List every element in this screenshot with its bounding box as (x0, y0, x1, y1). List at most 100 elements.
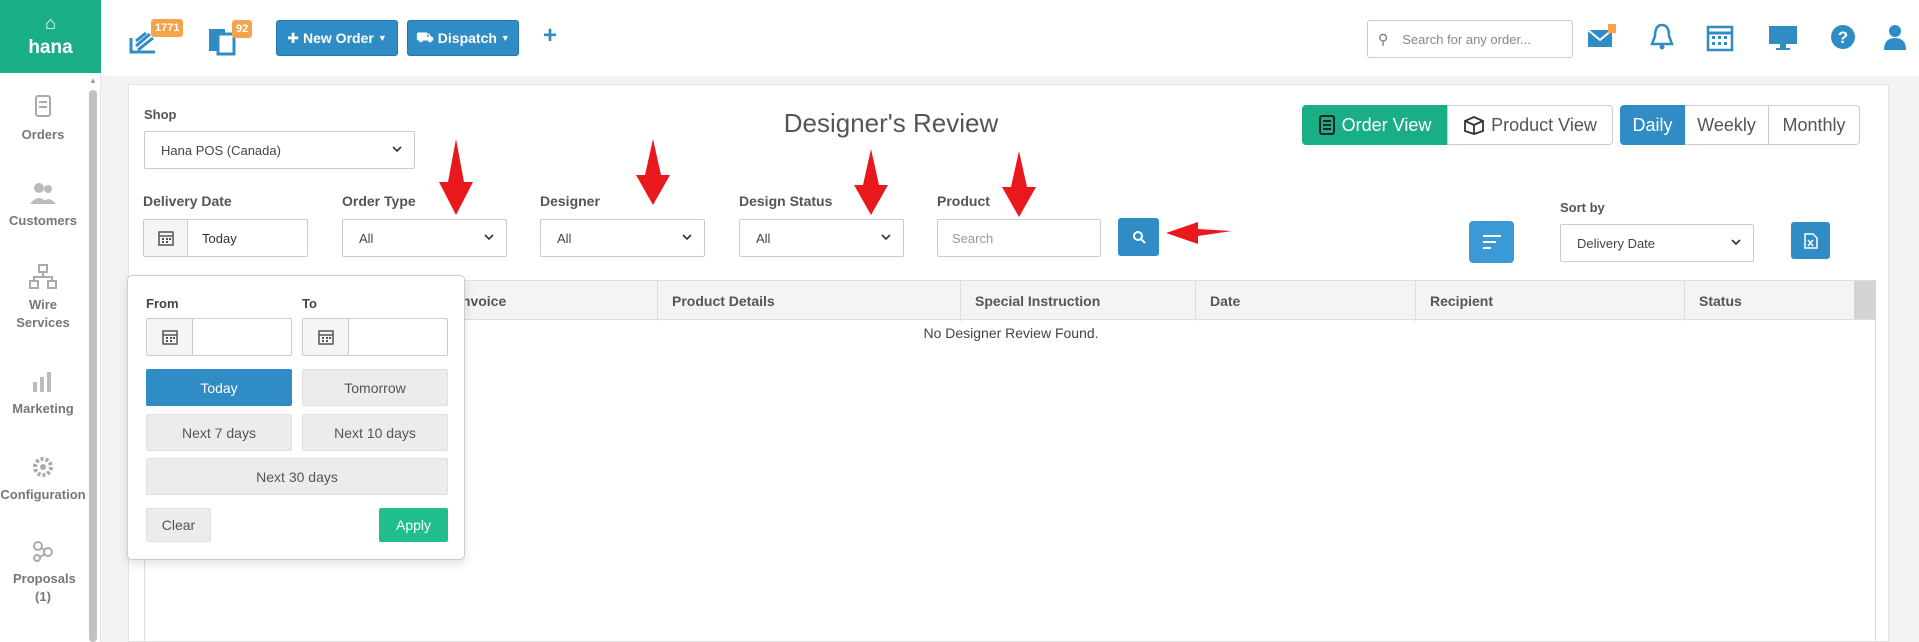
date-range-popup: From To Today Tomorrow Next 7 days Next … (127, 275, 465, 560)
to-date-input[interactable] (302, 318, 448, 356)
next-30-days-button[interactable]: Next 30 days (146, 458, 448, 495)
plus-icon: ✚ (287, 29, 299, 46)
pages-badge: 92 (232, 20, 253, 38)
apply-button[interactable]: Apply (379, 508, 448, 542)
next-7-days-button[interactable]: Next 7 days (146, 414, 292, 451)
arrow-down-icon (439, 139, 473, 215)
sidebar-item-orders[interactable]: Orders (0, 94, 86, 144)
shop-label: Shop (144, 107, 177, 122)
arrow-down-icon (636, 139, 670, 205)
sidebar-item-label: Proposals (1) (13, 571, 76, 604)
shop-select[interactable]: Hana POS (Canada) (144, 131, 415, 169)
orders-icon (35, 95, 51, 117)
clear-button[interactable]: Clear (146, 508, 211, 542)
design-status-value: All (756, 230, 771, 246)
chevron-down-icon (484, 234, 494, 241)
chevron-down-icon (881, 234, 891, 241)
logo[interactable]: ⌂ hana (0, 0, 101, 73)
sidebar-item-label: Marketing (12, 401, 74, 416)
order-type-label: Order Type (342, 193, 416, 209)
bar-chart-icon (33, 372, 51, 392)
sidebar: ⌂ hana Orders Customers Wire Services Ma… (0, 0, 101, 642)
today-button[interactable]: Today (146, 369, 292, 406)
column-header-date[interactable]: Date (1195, 281, 1414, 321)
from-date-input[interactable] (146, 318, 292, 356)
document-icon (1318, 115, 1335, 135)
sidebar-item-customers[interactable]: Customers (0, 180, 86, 230)
column-header-product-details[interactable]: Product Details (657, 281, 959, 321)
column-header-recipient[interactable]: Recipient (1415, 281, 1684, 321)
column-header-special-instruction[interactable]: Special Instruction (960, 281, 1194, 321)
search-icon (1132, 231, 1146, 244)
order-search-input[interactable]: ⚲ Search for any order... (1367, 20, 1573, 58)
column-header-status[interactable]: Status (1684, 281, 1854, 321)
order-type-value: All (359, 230, 374, 246)
box-icon (1464, 116, 1485, 135)
weekly-toggle[interactable]: Weekly (1685, 105, 1768, 145)
export-excel-button[interactable] (1791, 222, 1830, 259)
mail-icon[interactable] (1587, 22, 1617, 52)
topbar: 1771 92 ✚ New Order ▼ ⛟ Dispatch ▼ + ⚲ S… (101, 0, 1919, 76)
user-icon[interactable] (1880, 22, 1910, 52)
dispatch-button[interactable]: ⛟ Dispatch ▼ (407, 20, 519, 56)
sidebar-item-wire-services[interactable]: Wire Services (0, 264, 86, 332)
search-placeholder: Search for any order... (1402, 31, 1531, 47)
product-search-input[interactable]: Search (937, 219, 1101, 257)
arrow-left-icon (1166, 222, 1232, 244)
add-icon[interactable]: + (543, 22, 557, 50)
sort-by-value: Delivery Date (1577, 235, 1656, 251)
delivery-date-value: Today (202, 230, 237, 246)
table-scrollbar-cap (1854, 281, 1876, 319)
search-button[interactable] (1118, 218, 1159, 256)
to-label: To (302, 296, 317, 311)
sidebar-item-label: Configuration (0, 487, 86, 502)
sidebar-item-marketing[interactable]: Marketing (0, 368, 86, 418)
help-icon[interactable]: ? (1828, 22, 1858, 52)
next-10-days-button[interactable]: Next 10 days (302, 414, 448, 451)
shop-value: Hana POS (Canada) (161, 142, 281, 158)
sort-filter-button[interactable] (1469, 221, 1514, 263)
bell-icon[interactable] (1647, 22, 1677, 52)
column-header-invoice[interactable]: Invoice (444, 281, 650, 321)
design-status-select[interactable]: All (739, 219, 904, 257)
monthly-toggle[interactable]: Monthly (1768, 105, 1860, 145)
page-title: Designer's Review (783, 108, 999, 138)
svg-text:?: ? (1838, 28, 1848, 47)
daily-toggle[interactable]: Daily (1620, 105, 1685, 145)
tomorrow-button[interactable]: Tomorrow (302, 369, 448, 406)
sidebar-item-configuration[interactable]: Configuration (0, 454, 86, 504)
sidebar-item-label: Wire Services (16, 297, 70, 330)
search-icon: ⚲ (1378, 30, 1389, 47)
sort-by-select[interactable]: Delivery Date (1560, 224, 1754, 262)
caret-down-icon: ▼ (377, 33, 387, 43)
arrow-down-icon (854, 149, 888, 215)
product-view-toggle[interactable]: Product View (1447, 105, 1613, 145)
from-label: From (146, 296, 179, 311)
truck-icon: ⛟ (416, 28, 434, 45)
design-status-label: Design Status (739, 193, 833, 209)
product-label: Product (937, 193, 990, 209)
sort-lines-icon (1482, 235, 1501, 249)
calendar-icon[interactable] (1705, 22, 1735, 52)
brand-name: hana (28, 37, 73, 58)
scrollbar-thumb[interactable] (89, 90, 97, 642)
sidebar-item-proposals[interactable]: Proposals (1) (0, 538, 86, 606)
monitor-icon[interactable] (1768, 22, 1798, 52)
scroll-up-icon[interactable]: ▲ (89, 76, 97, 85)
sidebar-scrollbar[interactable]: ▲ (88, 76, 97, 642)
designer-label: Designer (540, 193, 600, 209)
home-icon: ⌂ (45, 13, 56, 33)
order-view-toggle[interactable]: Order View (1302, 105, 1447, 145)
orders-badge: 1771 (151, 19, 184, 37)
caret-down-icon: ▼ (500, 33, 510, 43)
sort-by-label: Sort by (1560, 200, 1605, 215)
new-order-button[interactable]: ✚ New Order ▼ (276, 20, 398, 56)
customers-icon (30, 183, 56, 204)
delivery-date-label: Delivery Date (143, 193, 232, 209)
new-order-label: New Order (303, 30, 374, 46)
delivery-date-input[interactable]: Today (143, 219, 308, 257)
designer-select[interactable]: All (540, 219, 705, 257)
sidebar-item-label: Orders (21, 127, 65, 142)
order-type-select[interactable]: All (342, 219, 507, 257)
chevron-down-icon (682, 234, 692, 241)
